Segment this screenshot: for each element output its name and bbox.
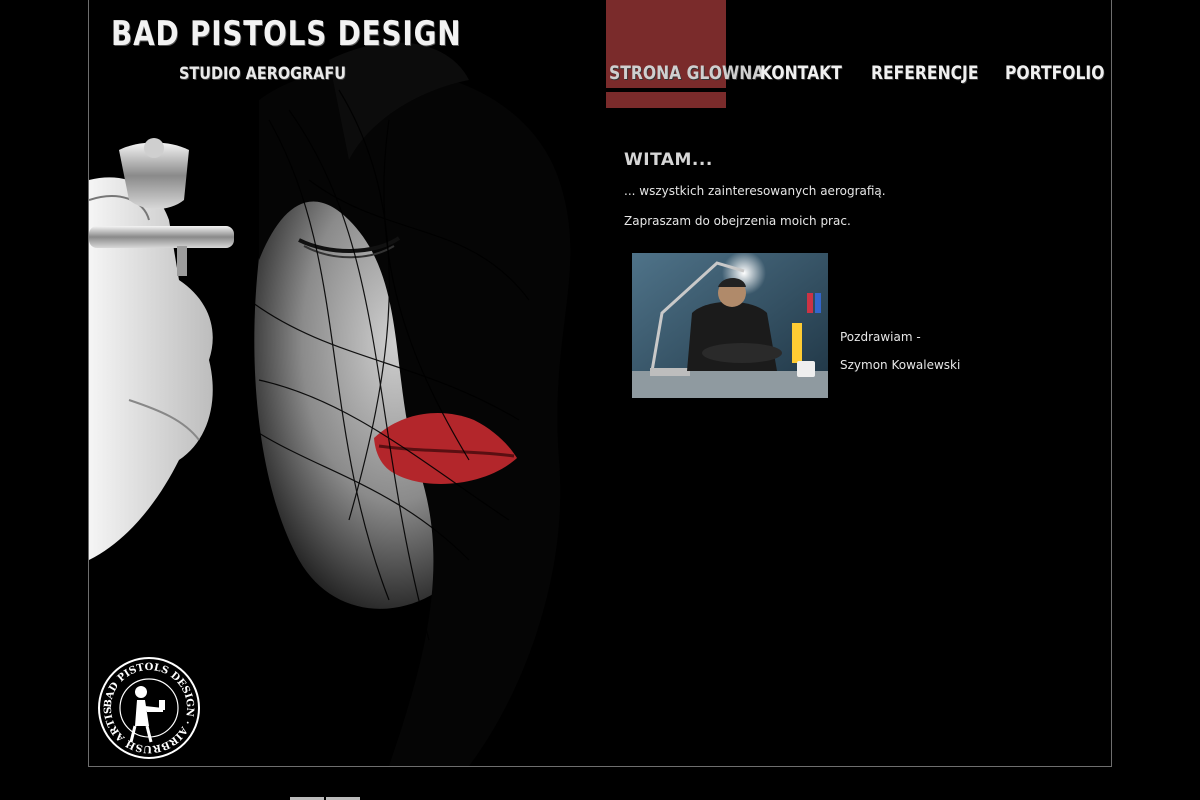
brand-emblem: BAD PISTOLS DESIGN · AIRBRUSH ARTIST · (93, 648, 201, 760)
emblem-seal: BAD PISTOLS DESIGN · AIRBRUSH ARTIST · (93, 648, 200, 759)
signature-text: Szymon Kowalewski (840, 358, 961, 372)
nav-item-label: REFERENCJE (871, 62, 979, 84)
brand-title: BAD PISTOLS DESIGN (111, 14, 462, 54)
nav-item-strona-glowna[interactable]: STRONA GLOWNA (606, 0, 764, 108)
hero-image (89, 0, 629, 766)
artist-photo-image (632, 253, 828, 398)
intro-text: ... wszystkich zainteresowanych aerograf… (624, 184, 886, 198)
page-frame: BAD PISTOLS DESIGN STUDIO AEROGRAFU STRO… (88, 0, 1112, 767)
svg-text:BAD PISTOLS DESIGN · AIRBRUSH: BAD PISTOLS DESIGN · AIRBRUSH ARTIST · (97, 656, 195, 754)
artist-photo (632, 253, 828, 398)
nav-item-label: STRONA GLOWNA (609, 62, 765, 84)
invitation-text: Zapraszam do obejrzenia moich prac. (624, 214, 851, 228)
brand-subtitle: STUDIO AEROGRAFU (179, 64, 346, 84)
nav-item-label: PORTFOLIO (1005, 62, 1105, 84)
emblem-ring-text: BAD PISTOLS DESIGN · AIRBRUSH ARTIST · (93, 648, 195, 754)
page-heading: WITAM... (624, 150, 713, 170)
main-content: WITAM... ... wszystkich zainteresowanych… (624, 150, 1084, 244)
main-nav: STRONA GLOWNA KONTAKT REFERENCJE PORTFOL… (606, 0, 1106, 110)
nav-item-label: KONTAKT (760, 62, 842, 84)
hero-artwork: BAD PISTOLS DESIGN STUDIO AEROGRAFU (89, 0, 629, 766)
greeting-text: Pozdrawiam - (840, 330, 921, 344)
